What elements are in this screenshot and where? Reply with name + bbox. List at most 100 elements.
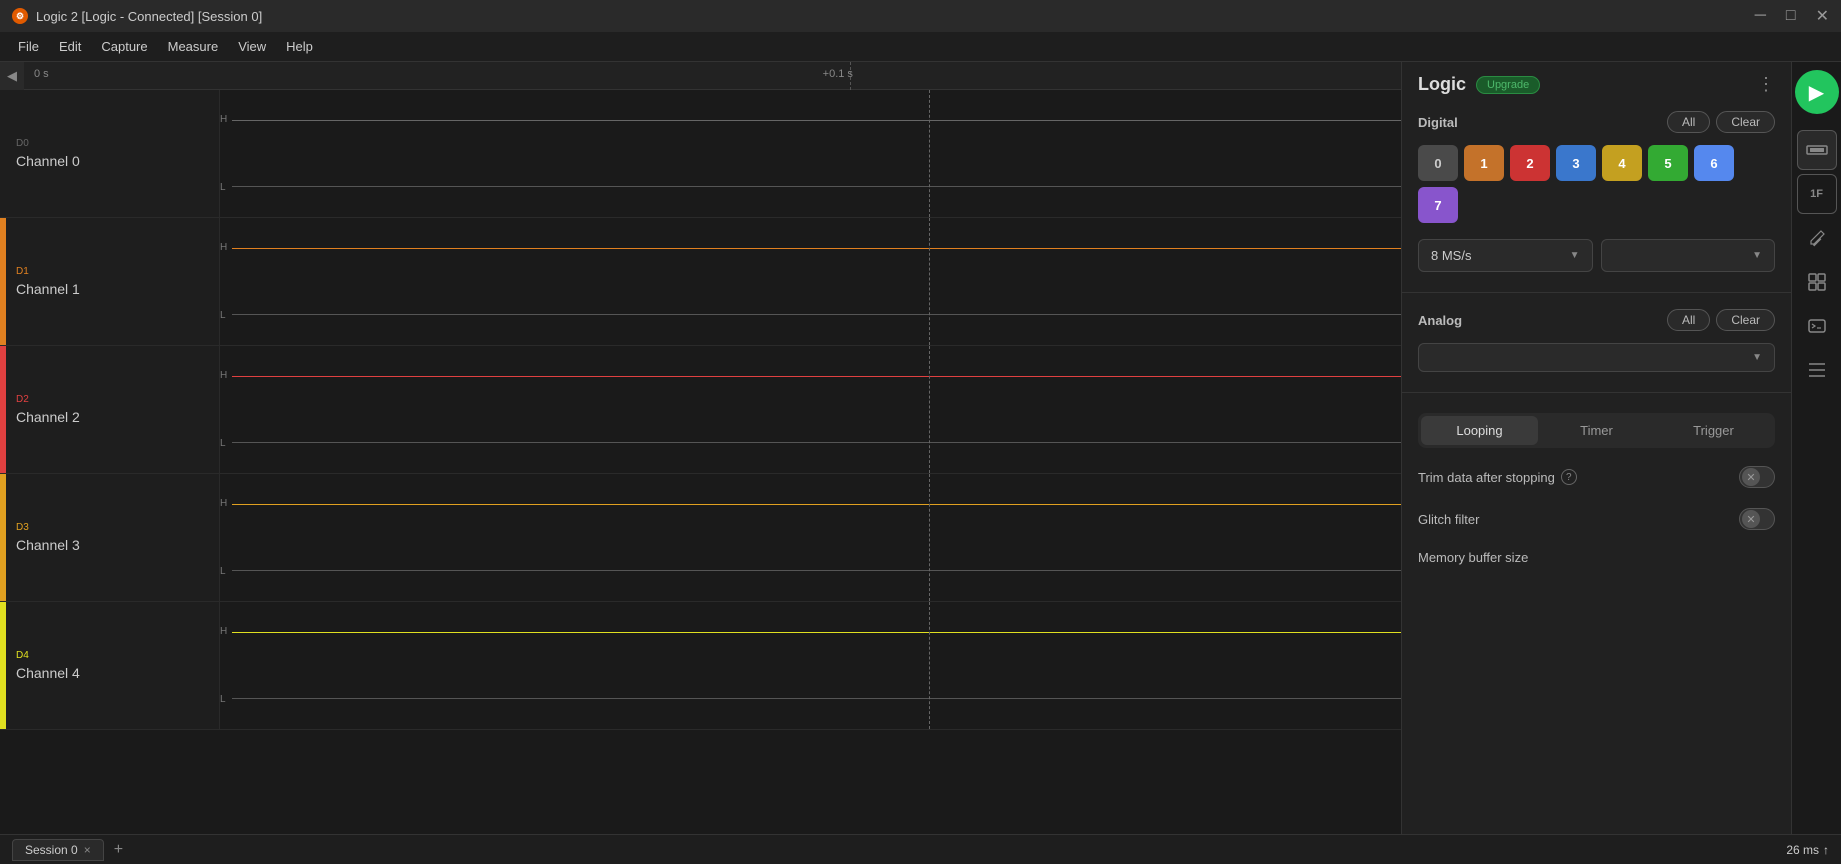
digital-ch4-button[interactable]: 4	[1602, 145, 1642, 181]
digital-ch1-button[interactable]: 1	[1464, 145, 1504, 181]
tab-trigger[interactable]: Trigger	[1655, 416, 1772, 445]
digital-settings-row: 8 MS/s ▼ ▼	[1402, 235, 1791, 284]
panel-header: Logic Upgrade ⋮	[1402, 62, 1791, 103]
capture-mode-tabs: Looping Timer Trigger	[1418, 413, 1775, 448]
trim-data-label: Trim data after stopping	[1418, 470, 1555, 485]
channel-4-indicator	[0, 602, 6, 729]
session-0-tab[interactable]: Session 0 ×	[12, 839, 104, 861]
cursor-line	[929, 346, 930, 473]
menu-view[interactable]: View	[228, 35, 276, 58]
bottom-bar: Session 0 × + 26 ms ↑	[0, 834, 1841, 864]
digital-ch6-button[interactable]: 6	[1694, 145, 1734, 181]
cursor-line	[929, 602, 930, 729]
channel-2-name: Channel 2	[16, 409, 203, 425]
session-close-icon[interactable]: ×	[84, 843, 91, 857]
digital-ch0-button[interactable]: 0	[1418, 145, 1458, 181]
analog-title: Analog	[1418, 313, 1462, 328]
close-button[interactable]: ✕	[1816, 6, 1829, 26]
upgrade-badge[interactable]: Upgrade	[1476, 76, 1540, 94]
channel-1-h-label: H	[220, 242, 227, 253]
annotate-icon[interactable]	[1797, 218, 1837, 258]
maximize-button[interactable]: □	[1786, 7, 1796, 25]
channel-3-waveform[interactable]: H L	[220, 474, 1401, 601]
collapse-button[interactable]: ◀	[0, 62, 24, 90]
play-button[interactable]: ▶	[1795, 70, 1839, 114]
digital-channel-buttons: 0 1 2 3 4 5 6 7	[1402, 141, 1791, 235]
channel-3-l-label: L	[220, 566, 226, 577]
trim-data-help-icon[interactable]: ?	[1561, 469, 1577, 485]
cursor-line	[929, 474, 930, 601]
channel-4-waveform[interactable]: H L	[220, 602, 1401, 729]
analog-clear-button[interactable]: Clear	[1716, 309, 1775, 331]
panel-menu-button[interactable]: ⋮	[1757, 74, 1775, 95]
extensions-icon[interactable]	[1797, 262, 1837, 302]
channel-4-label: D4 Channel 4	[0, 602, 220, 729]
glitch-filter-toggle-knob: ✕	[1742, 510, 1760, 528]
session-0-label: Session 0	[25, 843, 78, 857]
glitch-filter-toggle[interactable]: ✕	[1739, 508, 1775, 530]
digital-clear-button[interactable]: Clear	[1716, 111, 1775, 133]
channel-1-waveform[interactable]: H L	[220, 218, 1401, 345]
channel-3-name: Channel 3	[16, 537, 203, 553]
glitch-filter-label-row: Glitch filter	[1418, 512, 1479, 527]
cursor-line	[929, 218, 930, 345]
analog-channel-dropdown[interactable]: ▼	[1418, 343, 1775, 372]
channel-0-label: D0 Channel 0	[0, 90, 220, 217]
channel-0-waveform[interactable]: H L	[220, 90, 1401, 217]
tab-timer[interactable]: Timer	[1538, 416, 1655, 445]
menu-edit[interactable]: Edit	[49, 35, 91, 58]
channel-count-dropdown[interactable]: ▼	[1601, 239, 1776, 272]
channel-2-indicator	[0, 346, 6, 473]
channel-0-id: D0	[16, 138, 203, 149]
menu-measure[interactable]: Measure	[158, 35, 229, 58]
digital-all-button[interactable]: All	[1667, 111, 1710, 133]
time-value: 26 ms	[1786, 843, 1819, 857]
time-arrow-icon[interactable]: ↑	[1823, 843, 1829, 857]
channel-3-indicator	[0, 474, 6, 601]
digital-ch7-button[interactable]: 7	[1418, 187, 1458, 223]
menubar: File Edit Capture Measure View Help	[0, 32, 1841, 62]
menu-help[interactable]: Help	[276, 35, 323, 58]
window-title: Logic 2 [Logic - Connected] [Session 0]	[36, 9, 262, 24]
channel-3-label: D3 Channel 3	[0, 474, 220, 601]
app-logo: ⚙	[12, 8, 28, 24]
digital-ch3-button[interactable]: 3	[1556, 145, 1596, 181]
digital-ch2-button[interactable]: 2	[1510, 145, 1550, 181]
channel-2-l-line	[232, 442, 1401, 443]
channel-4-l-label: L	[220, 694, 226, 705]
ruler-content: 0 s +0.1 s	[24, 62, 1401, 90]
analog-all-button[interactable]: All	[1667, 309, 1710, 331]
trim-data-toggle[interactable]: ✕	[1739, 466, 1775, 488]
channel-0-indicator	[0, 90, 6, 217]
channel-2-l-label: L	[220, 438, 226, 449]
analog-section-header: Analog All Clear	[1402, 301, 1791, 339]
divider-2	[1402, 392, 1791, 393]
channel-1-indicator	[0, 218, 6, 345]
digital-title: Digital	[1418, 115, 1458, 130]
add-session-button[interactable]: +	[108, 839, 129, 861]
channel-4-h-line	[232, 632, 1401, 633]
channel-row: D4 Channel 4 H L	[0, 602, 1401, 730]
channel-4-h-label: H	[220, 626, 227, 637]
channel-row: D0 Channel 0 H L	[0, 90, 1401, 218]
digital-ch5-button[interactable]: 5	[1648, 145, 1688, 181]
channel-2-label: D2 Channel 2	[0, 346, 220, 473]
time-display: 26 ms ↑	[1786, 843, 1829, 857]
minimize-button[interactable]: ─	[1755, 7, 1766, 25]
sample-rate-dropdown[interactable]: 8 MS/s ▼	[1418, 239, 1593, 272]
channel-2-h-label: H	[220, 370, 227, 381]
channel-2-waveform[interactable]: H L	[220, 346, 1401, 473]
tab-looping[interactable]: Looping	[1421, 416, 1538, 445]
ruler-time-mid: +0.1 s	[823, 68, 853, 80]
titlebar-left: ⚙ Logic 2 [Logic - Connected] [Session 0…	[12, 8, 262, 24]
capture-mode-icon[interactable]	[1797, 130, 1837, 170]
menu-file[interactable]: File	[8, 35, 49, 58]
waveform-area: ◀ 0 s +0.1 s D0 Channel 0 H L	[0, 62, 1401, 834]
menu-icon[interactable]	[1797, 350, 1837, 390]
channel-0-h-label: H	[220, 114, 227, 125]
terminal-icon[interactable]	[1797, 306, 1837, 346]
channel-4-name: Channel 4	[16, 665, 203, 681]
trim-data-row: Trim data after stopping ? ✕	[1402, 456, 1791, 498]
frame-counter-icon[interactable]: 1F	[1797, 174, 1837, 214]
menu-capture[interactable]: Capture	[91, 35, 157, 58]
